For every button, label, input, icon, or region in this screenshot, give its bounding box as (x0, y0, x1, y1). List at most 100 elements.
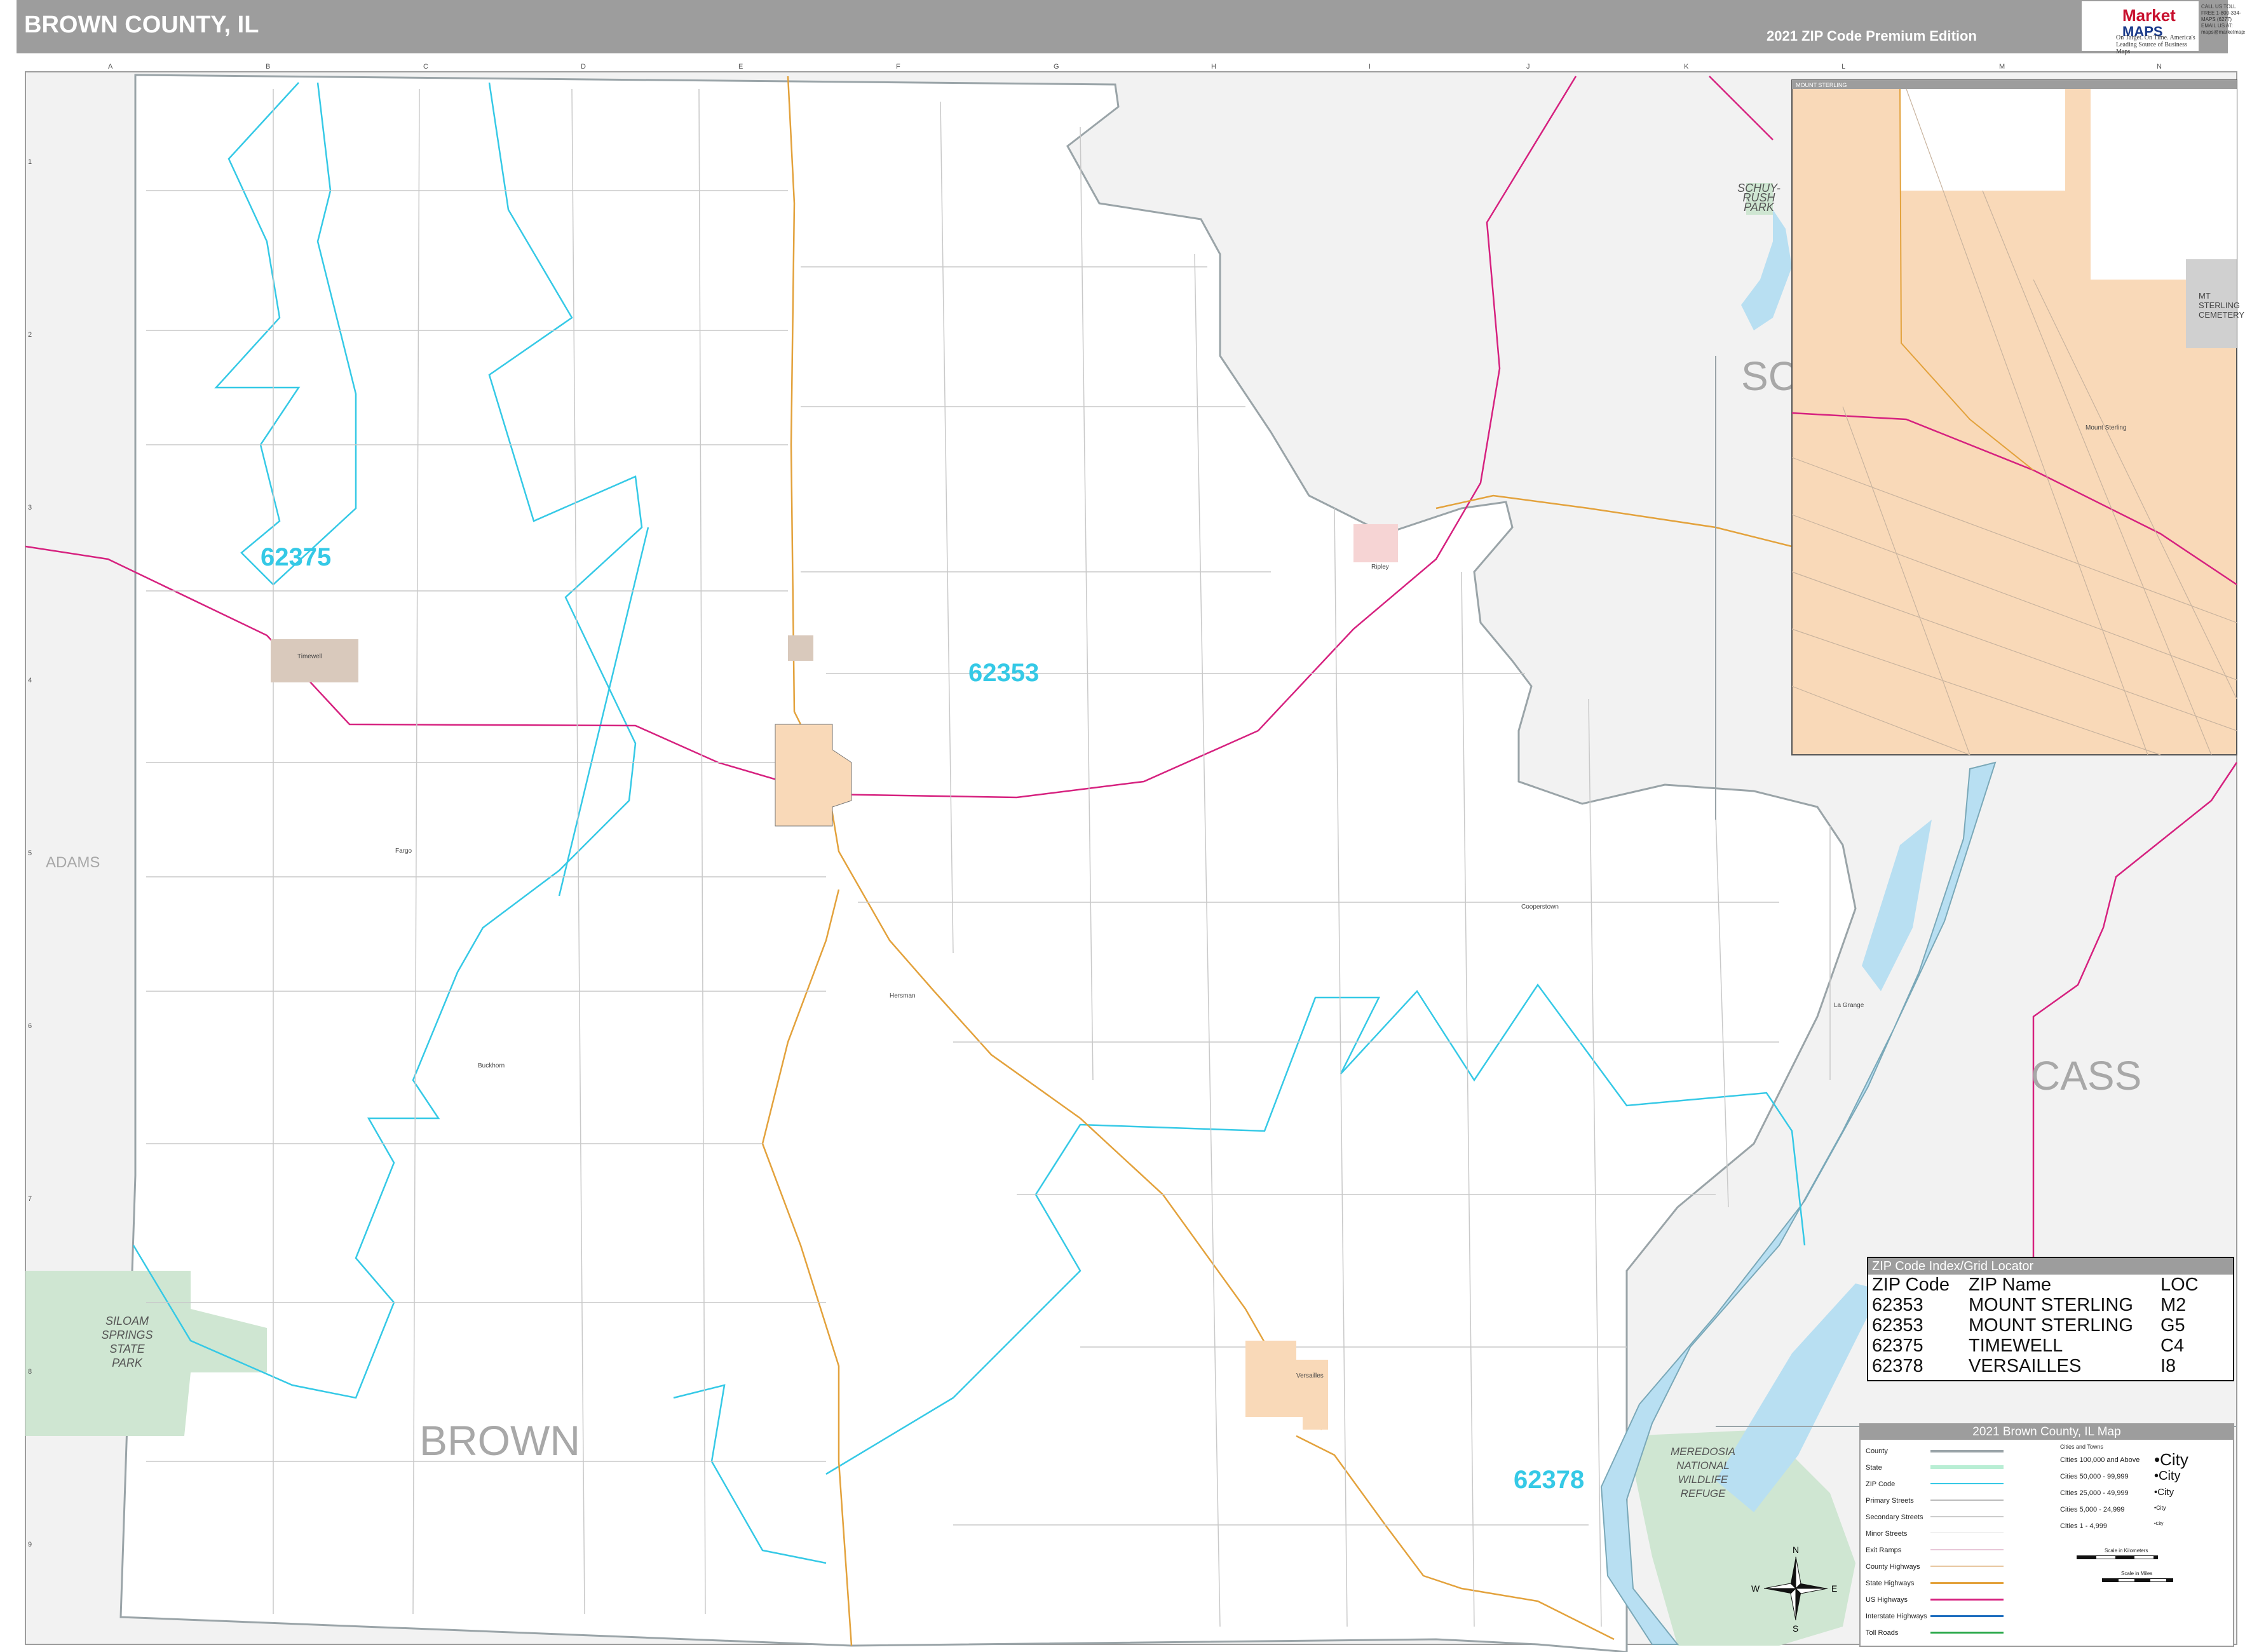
legend-city-sym-2: •City (2154, 1469, 2181, 1483)
inset-title: MOUNT STERLING (1796, 82, 1847, 88)
mount-sterling-ne-area (788, 635, 813, 661)
legend-scale-km-label: Scale in Kilometers (2105, 1548, 2148, 1554)
legend-item-state: State (1866, 1464, 1882, 1472)
legend-item-zip: ZIP Code (1866, 1480, 1896, 1488)
legend-item-county-hwy: County Highways (1866, 1563, 1920, 1571)
compass-n: N (1793, 1545, 1799, 1555)
grid-col-a: A (108, 63, 113, 71)
table-row: 62353 MOUNT STERLING G5 (1872, 1315, 2185, 1336)
legend-city-size-2: Cities 50,000 - 99,999 (2060, 1473, 2129, 1480)
grid-col-c: C (423, 63, 428, 71)
grid-col-b: B (266, 63, 270, 71)
legend-line-primary (1930, 1500, 2004, 1501)
grid-col-j: J (1526, 63, 1530, 71)
legend-line-toll (1930, 1632, 2004, 1634)
county-label-brown: BROWN (419, 1417, 580, 1464)
table-row: 62353 MOUNT STERLING M2 (1872, 1295, 2187, 1315)
legend-city-sym-5: •City (2154, 1522, 2164, 1526)
place-buckhorn: Buckhorn (478, 1062, 505, 1069)
map-legend: 2021 Brown County, IL Map County State Z… (1859, 1423, 2234, 1647)
grid-row-7: 7 (28, 1195, 32, 1203)
zip-label-62375: 62375 (261, 543, 331, 571)
col-loc: LOC (2160, 1275, 2199, 1295)
legend-cities-header: Cities and Towns (2060, 1444, 2103, 1450)
legend-item-primary: Primary Streets (1866, 1497, 1914, 1505)
grid-row-4: 4 (28, 677, 32, 684)
legend-item-minor: Minor Streets (1866, 1530, 1908, 1538)
grid-row-6: 6 (28, 1022, 32, 1030)
grid-col-m: M (1999, 63, 2005, 71)
timewell-area (271, 639, 358, 682)
place-ripley: Ripley (1371, 564, 1389, 571)
ripley-area (1353, 524, 1398, 562)
place-la-grange: La Grange (1834, 1002, 1864, 1009)
legend-line-exit (1930, 1549, 2004, 1550)
grid-col-e: E (738, 63, 743, 71)
legend-header: 2021 Brown County, IL Map (1861, 1425, 2233, 1440)
scale-bar-mi (2102, 1578, 2173, 1582)
map-canvas[interactable]: A B C D E F G H I J K L M N 1 2 3 4 5 6 … (0, 0, 2245, 1652)
legend-line-interstate (1930, 1615, 2004, 1617)
table-row: 62378 VERSAILLES I8 (1872, 1356, 2176, 1376)
legend-line-us-hwy (1930, 1599, 2004, 1601)
place-hersman: Hersman (890, 992, 916, 999)
legend-city-size-4: Cities 5,000 - 24,999 (2060, 1506, 2125, 1513)
county-label-cass: CASS (2031, 1053, 2141, 1099)
col-zip-code: ZIP Code (1872, 1275, 1950, 1295)
legend-item-exit: Exit Ramps (1866, 1547, 1902, 1554)
legend-city-size-1: Cities 100,000 and Above (2060, 1456, 2140, 1464)
zip-label-62353: 62353 (968, 659, 1039, 687)
legend-line-state-hwy (1930, 1582, 2004, 1584)
grid-col-d: D (581, 63, 586, 71)
legend-city-size-5: Cities 1 - 4,999 (2060, 1522, 2107, 1530)
legend-item-state-hwy: State Highways (1866, 1580, 1915, 1587)
legend-item-county: County (1866, 1447, 1888, 1455)
zip-label-62378: 62378 (1514, 1466, 1584, 1494)
grid-col-f: F (896, 63, 900, 71)
grid-row-3: 3 (28, 504, 32, 511)
legend-item-interstate: Interstate Highways (1866, 1613, 1927, 1620)
zip-index-column-headers: ZIP Code ZIP Name LOC (1868, 1275, 2202, 1295)
legend-item-toll: Toll Roads (1866, 1629, 1899, 1637)
county-label-adams: ADAMS (46, 854, 100, 871)
grid-row-8: 8 (28, 1368, 32, 1376)
legend-city-size-3: Cities 25,000 - 49,999 (2060, 1489, 2129, 1497)
grid-row-1: 1 (28, 158, 32, 166)
county-label-schuyler: SC (1741, 353, 1798, 399)
legend-line-zip (1930, 1483, 2004, 1484)
grid-col-k: K (1684, 63, 1689, 71)
grid-col-g: G (1054, 63, 1059, 71)
place-versailles: Versailles (1296, 1372, 1324, 1379)
zip-index-header: ZIP Code Index/Grid Locator (1868, 1258, 2233, 1275)
grid-row-9: 9 (28, 1541, 32, 1548)
legend-item-secondary: Secondary Streets (1866, 1513, 1923, 1521)
legend-line-state (1930, 1465, 2004, 1469)
place-fargo: Fargo (395, 848, 412, 855)
legend-city-sym-3: •City (2154, 1487, 2174, 1498)
inset-map-mount-sterling[interactable]: MOUNT STERLING MT STERLING CEMETERY Mount … (1791, 79, 2244, 755)
legend-item-us-hwy: US Highways (1866, 1596, 1908, 1604)
grid-row-2: 2 (28, 331, 32, 339)
legend-line-county-hwy (1930, 1566, 2004, 1567)
legend-city-sym-4: •City (2154, 1505, 2166, 1511)
compass-s: S (1793, 1623, 1798, 1634)
grid-letters-top: A B C D E F G H I J K L M N (108, 63, 2162, 71)
grid-col-i: I (1369, 63, 1371, 71)
grid-col-n: N (2157, 63, 2162, 71)
col-zip-name: ZIP Name (1969, 1275, 2052, 1295)
place-timewell: Timewell (297, 653, 322, 660)
compass-w: W (1751, 1583, 1760, 1594)
scale-bar-km (2077, 1555, 2158, 1559)
grid-row-5: 5 (28, 850, 32, 857)
legend-city-sym-1: •City (2154, 1450, 2188, 1469)
legend-line-secondary (1930, 1516, 2004, 1517)
grid-col-h: H (1211, 63, 1216, 71)
legend-scale-mi-label: Scale in Miles (2121, 1571, 2153, 1576)
place-cooperstown: Cooperstown (1521, 904, 1559, 911)
table-row: 62375 TIMEWELL C4 (1872, 1336, 2185, 1356)
grid-col-l: L (1841, 63, 1845, 71)
park-label-schuy-rush: SCHUY-RUSH PARK (1737, 182, 1780, 213)
zip-index-table: ZIP Code Index/Grid Locator ZIP Code ZIP… (1867, 1257, 2234, 1381)
compass-e: E (1831, 1583, 1837, 1594)
inset-place-mount-sterling: Mount Sterling (2086, 424, 2126, 431)
